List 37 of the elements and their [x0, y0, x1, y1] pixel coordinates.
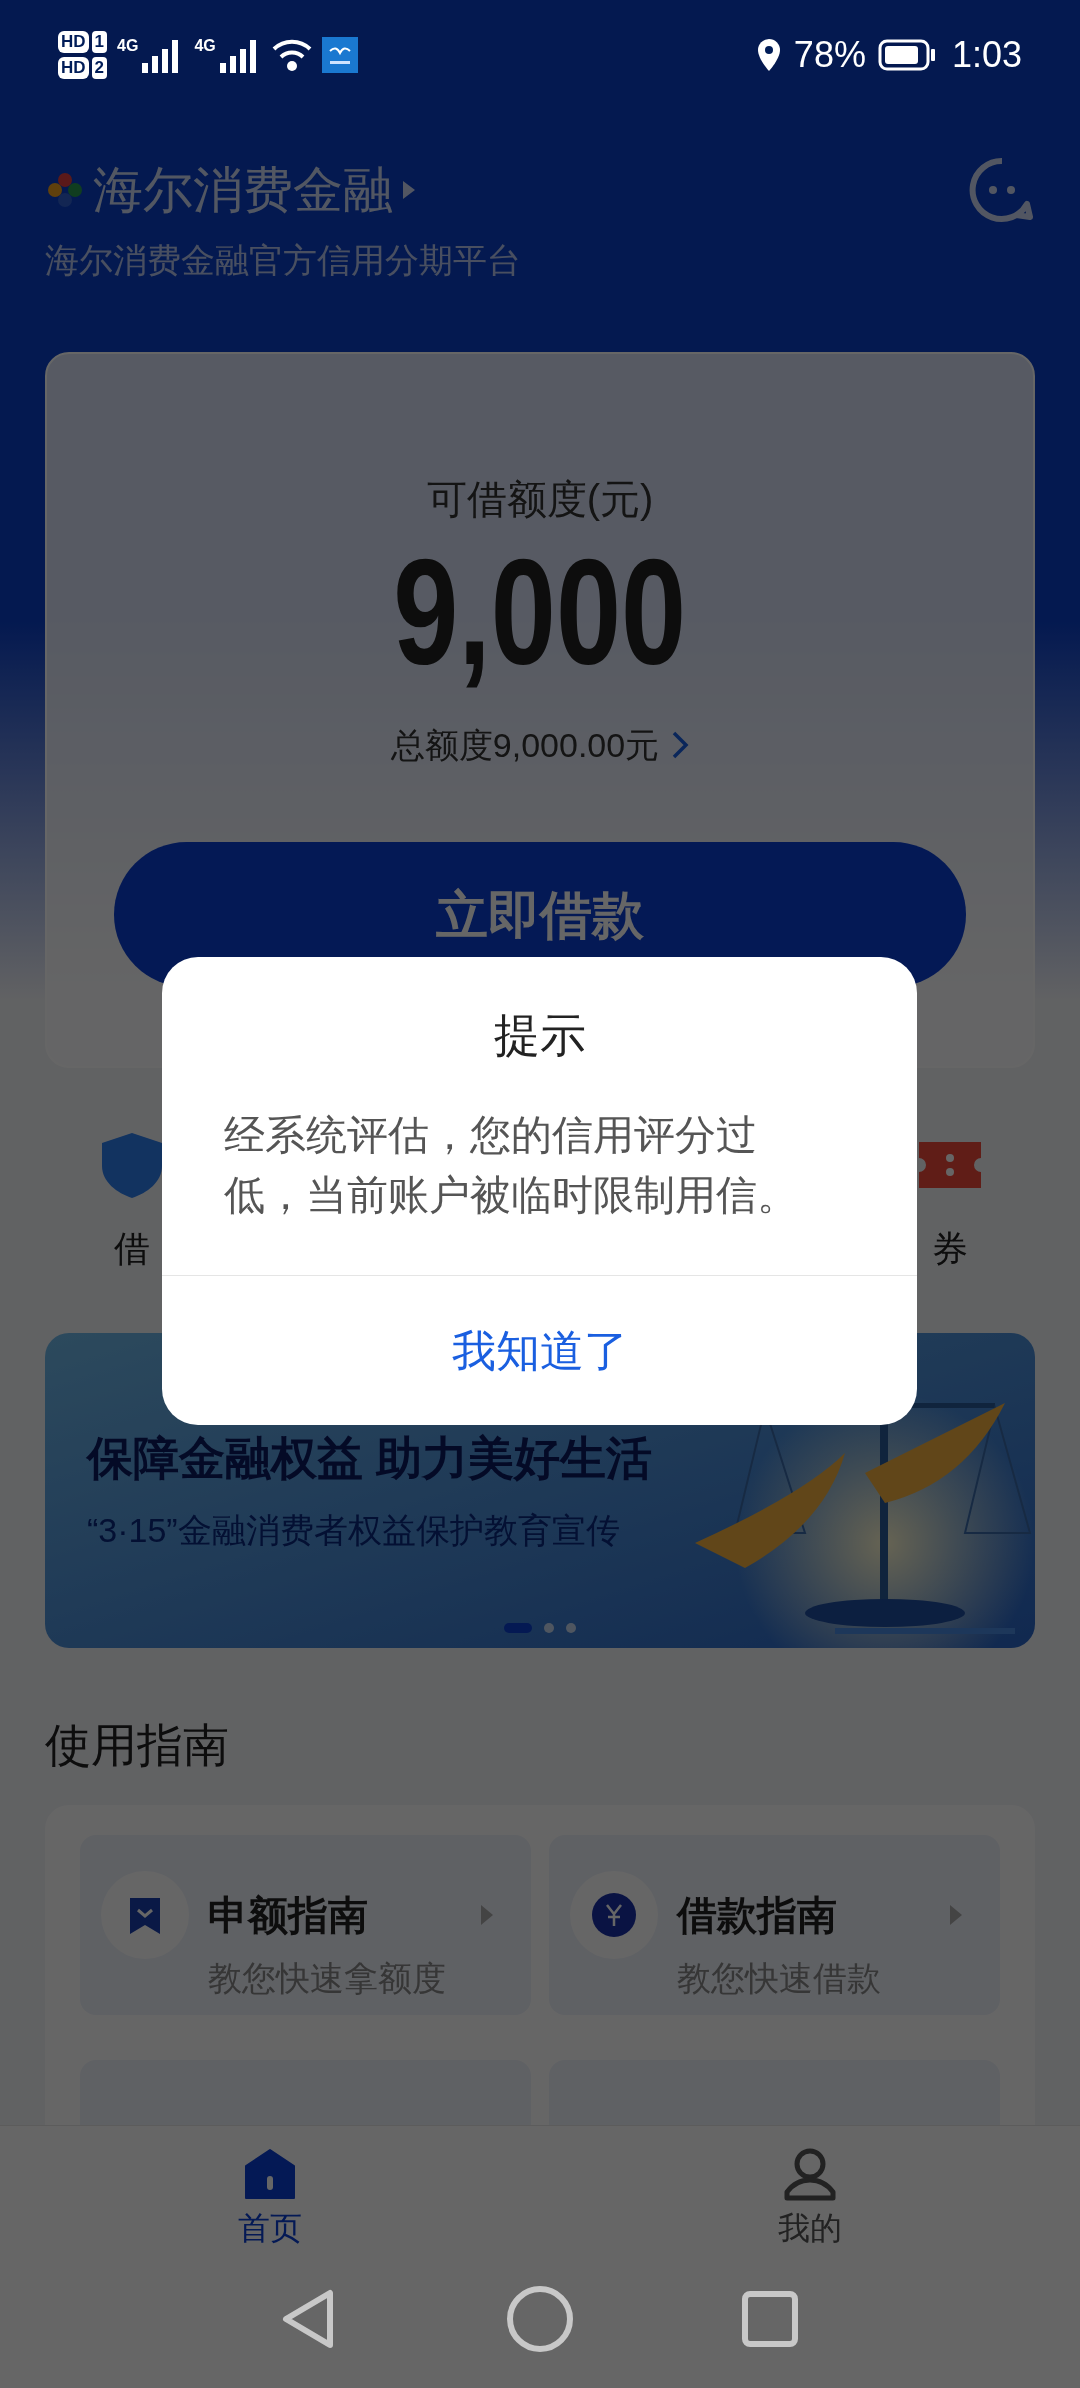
total-limit: 总额度9,000.00元 [390, 725, 660, 766]
network-type: 4G [194, 37, 216, 55]
chevron-right-icon[interactable] [671, 730, 690, 760]
guide-title: 申额指南 [208, 1892, 369, 1939]
caret-right-icon [479, 1903, 495, 1927]
location-icon [755, 37, 782, 73]
sim-slot-badge: 1 [91, 31, 108, 53]
hd-badge: HD [58, 57, 89, 79]
subtitle: 海尔消费金融官方信用分期平台 [45, 240, 521, 281]
coin-icon [569, 1870, 659, 1960]
chat-icon[interactable] [969, 157, 1035, 223]
limit-label: 可借额度(元) [426, 476, 654, 523]
hd-badge: HD [58, 31, 89, 53]
caret-right-icon [948, 1903, 964, 1927]
bookmark-icon [100, 1870, 190, 1960]
home-icon [242, 2146, 298, 2202]
person-icon [782, 2146, 838, 2202]
network-type: 4G [117, 37, 139, 55]
dialog-title: 提示 [492, 1008, 587, 1063]
tab[interactable]: 首页 [0, 2126, 540, 2260]
limit-amount: 9,000 [393, 532, 687, 692]
flower-icon [45, 170, 85, 210]
section-title: 使用指南 [45, 1719, 229, 1771]
wifi-icon [271, 37, 312, 73]
quick-action-label[interactable]: 券 [932, 1224, 968, 1274]
battery-percent: 78% [793, 33, 866, 77]
quick-action-label[interactable]: 借 [114, 1224, 150, 1274]
dialog-message: 经系统评估，您的信用评分过低，当前账户被临时限制用信。 [224, 1111, 799, 1220]
logo-text: 海尔消费金融 [93, 161, 393, 220]
sim-slot-badge: 2 [91, 57, 108, 79]
guide-title: 借款指南 [677, 1892, 838, 1939]
acknowledge-button[interactable]: 我知道了 [162, 1276, 917, 1425]
caret-icon [401, 179, 417, 201]
battery-icon [877, 39, 936, 71]
app-icon [321, 37, 358, 73]
clock: 1:03 [951, 33, 1022, 77]
tab[interactable]: 我的 [540, 2126, 1080, 2260]
